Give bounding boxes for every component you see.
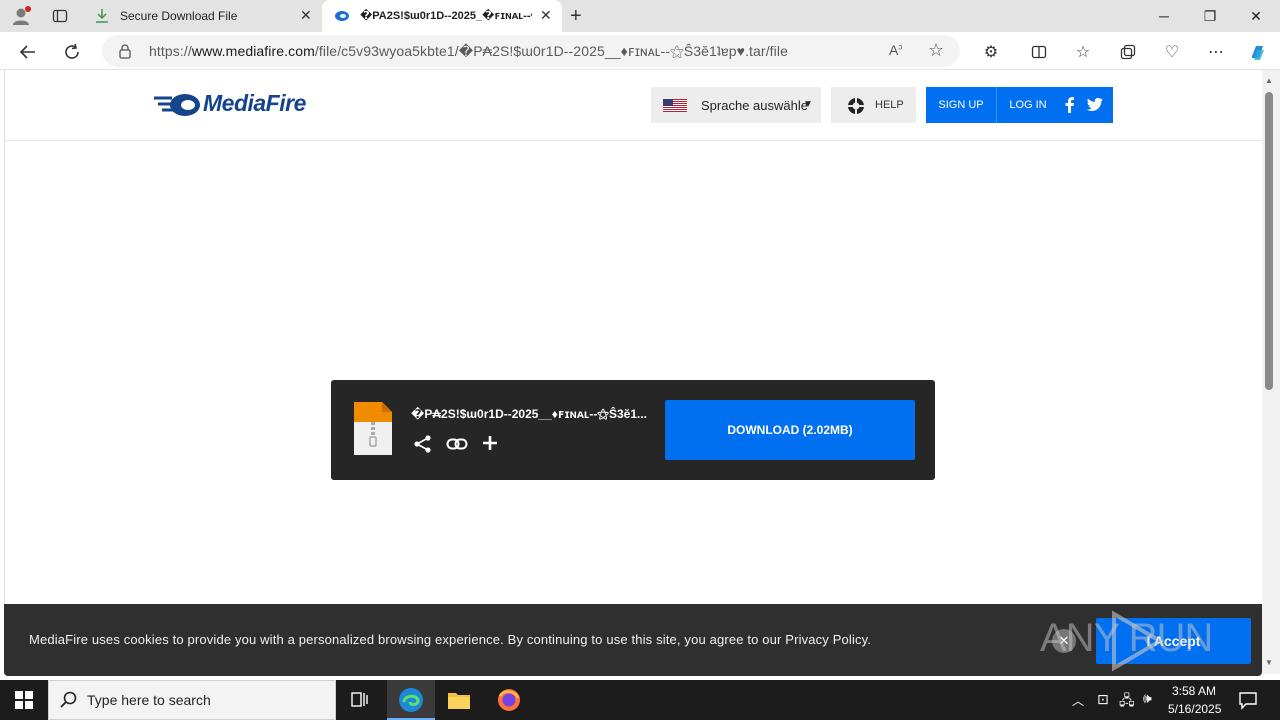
anyrun-play-icon	[1108, 610, 1164, 672]
favorites-icon[interactable]: ☆	[1069, 38, 1097, 66]
network-icon[interactable]: ⊡	[1097, 691, 1109, 708]
navigation-bar: https://www.mediafire.com/file/c5v93wyoa…	[0, 32, 1280, 70]
url-text: https://www.mediafire.com/file/c5v93wyoa…	[149, 43, 788, 59]
copilot-icon[interactable]	[1244, 38, 1272, 66]
download-button[interactable]: DOWNLOAD (2.02MB)	[665, 400, 915, 460]
tab-title: Secure Download File	[120, 9, 238, 23]
mediafire-logo[interactable]	[152, 92, 202, 118]
clock-time[interactable]: 3:58 AM	[1172, 684, 1216, 698]
tab-mediafire[interactable]: �PA2S!$ɯ0r1D--2025_�ꜰɪɴᴀʟ--⚝ ✕	[322, 0, 562, 32]
tab-title: �PA2S!$ɯ0r1D--2025_�ꜰɪɴᴀʟ--⚝	[360, 10, 532, 22]
file-name: �P₳2S!$ɯ0r1D--2025__♦ꜰɪɴᴀʟ--⚝Ŝ3ĕ1...	[411, 407, 648, 421]
scroll-up-icon[interactable]: ▲	[1265, 76, 1273, 85]
lifebuoy-icon	[847, 97, 865, 118]
auth-bar: SIGN UP LOG IN	[926, 87, 1113, 123]
caret-down-icon: ▼	[803, 99, 813, 110]
archive-file-icon	[352, 400, 394, 457]
mediafire-favicon-icon	[334, 9, 350, 26]
add-to-account-icon[interactable]	[481, 434, 499, 452]
browser-essentials-icon[interactable]: ♡	[1158, 38, 1186, 66]
close-window-icon[interactable]: ✕	[1233, 0, 1279, 32]
search-placeholder: Type here to search	[87, 692, 211, 708]
restore-icon[interactable]: ❐	[1187, 0, 1233, 32]
clock-date[interactable]: 5/16/2025	[1168, 702, 1221, 716]
profile-icon[interactable]	[10, 5, 32, 27]
language-selector[interactable]: Sprache auswähle ▼	[651, 87, 821, 123]
split-screen-icon[interactable]	[1025, 38, 1053, 66]
share-icon[interactable]	[413, 434, 433, 454]
page-content	[4, 70, 1262, 674]
help-label: HELP	[875, 99, 904, 111]
cookie-text: MediaFire uses cookies to provide you wi…	[29, 632, 872, 647]
tab-secure-download[interactable]: Secure Download File ✕	[84, 0, 320, 32]
facebook-icon[interactable]	[1062, 97, 1078, 113]
volume-icon[interactable]: 🕪	[1143, 690, 1152, 707]
download-icon	[94, 8, 110, 27]
tab-actions-icon[interactable]	[52, 8, 68, 24]
search-icon	[60, 691, 78, 709]
close-tab-icon[interactable]: ✕	[540, 7, 552, 24]
file-explorer-icon[interactable]	[447, 689, 471, 711]
logo-text[interactable]: MediaFire	[203, 90, 306, 117]
browser-tab-strip: Secure Download File ✕ �PA2S!$ɯ0r1D--202…	[0, 0, 1280, 32]
firefox-icon[interactable]	[497, 688, 521, 712]
favorite-star-icon[interactable]: ☆	[928, 40, 944, 61]
login-button[interactable]: LOG IN	[997, 87, 1059, 123]
notifications-icon[interactable]	[1238, 690, 1258, 710]
collections-icon[interactable]	[1114, 38, 1142, 66]
back-icon[interactable]	[14, 38, 42, 66]
show-hidden-icons-icon[interactable]: ︿	[1072, 692, 1084, 709]
language-label: Sprache auswähle	[701, 98, 807, 113]
scroll-down-icon[interactable]: ▼	[1265, 658, 1273, 667]
windows-start-icon[interactable]	[15, 691, 33, 709]
close-tab-icon[interactable]: ✕	[300, 7, 312, 24]
us-flag-icon	[663, 99, 687, 115]
task-view-icon[interactable]	[350, 690, 370, 710]
new-tab-icon[interactable]: +	[570, 5, 582, 28]
lock-icon[interactable]	[118, 43, 132, 64]
extensions-icon[interactable]: ⚙	[977, 38, 1005, 66]
signup-button[interactable]: SIGN UP	[926, 87, 996, 123]
refresh-icon[interactable]	[58, 38, 86, 66]
edge-taskbar-icon[interactable]	[387, 680, 435, 720]
more-options-icon[interactable]: ⋯	[1202, 38, 1230, 66]
twitter-icon[interactable]	[1086, 97, 1104, 113]
address-bar[interactable]: https://www.mediafire.com/file/c5v93wyoa…	[102, 35, 960, 67]
ethernet-icon[interactable]: 🖧	[1119, 690, 1135, 714]
minimize-icon[interactable]: ─	[1141, 0, 1187, 32]
scrollbar-thumb[interactable]	[1265, 92, 1273, 390]
copy-link-icon[interactable]	[446, 434, 468, 454]
read-aloud-icon[interactable]: Aↄ	[889, 42, 902, 58]
help-button[interactable]: HELP	[831, 87, 916, 123]
